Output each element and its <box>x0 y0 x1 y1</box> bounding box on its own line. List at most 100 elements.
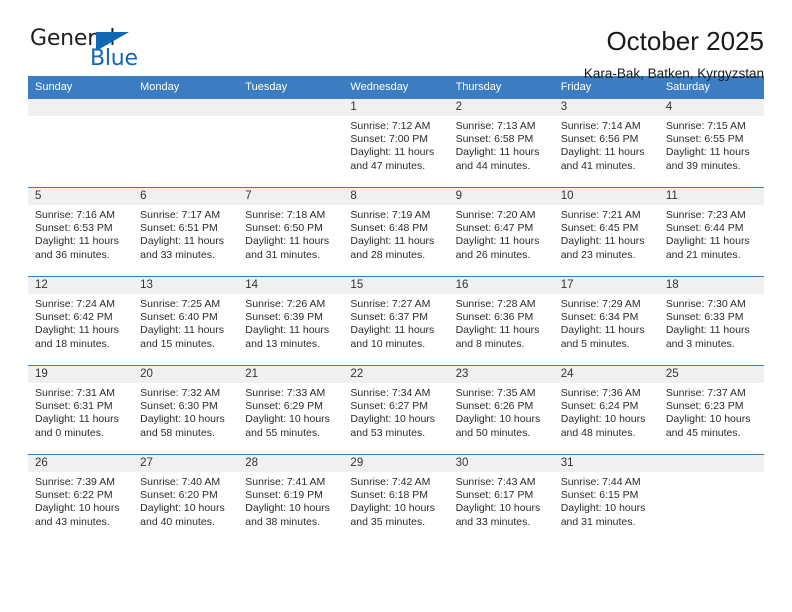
calendar-day-cell[interactable]: 3 Sunrise: 7:14 AM Sunset: 6:56 PM Daylight… <box>553 98 659 188</box>
day-details: Sunrise: 7:18 AM Sunset: 6:50 PM Daylight:… <box>238 205 343 262</box>
calendar-day-cell[interactable]: 20 Sunrise: 7:32 AM Sunset: 6:30 PM Dayligh… <box>133 365 239 455</box>
daylight-duration-line1: Daylight: 11 hours <box>455 146 540 159</box>
day-details: Sunrise: 7:24 AM Sunset: 6:42 PM Daylight:… <box>28 294 133 351</box>
day-details: Sunrise: 7:19 AM Sunset: 6:48 PM Daylight:… <box>343 205 448 262</box>
sunrise-time: Sunrise: 7:32 AM <box>140 387 221 399</box>
calendar-day-cell[interactable]: 12 Sunrise: 7:24 AM Sunset: 6:42 PM Dayligh… <box>28 276 134 366</box>
sunrise-time: Sunrise: 7:27 AM <box>350 298 431 310</box>
day-number: 5 <box>28 188 134 205</box>
calendar-day-cell[interactable]: 27 Sunrise: 7:40 AM Sunset: 6:20 PM Dayligh… <box>133 454 239 544</box>
day-number: 10 <box>553 188 659 205</box>
daylight-duration-line2: and 41 minutes. <box>560 159 636 172</box>
daylight-duration-line2: and 39 minutes. <box>665 159 741 172</box>
day-details: Sunrise: 7:31 AM Sunset: 6:31 PM Daylight:… <box>28 383 133 440</box>
daylight-duration-line1: Daylight: 10 hours <box>350 502 436 515</box>
sunset-time: Sunset: 6:20 PM <box>140 489 218 502</box>
general-blue-logo[interactable]: General Blue <box>28 26 140 72</box>
day-details: Sunrise: 7:28 AM Sunset: 6:36 PM Daylight:… <box>449 294 554 351</box>
sunrise-time: Sunrise: 7:21 AM <box>560 209 641 221</box>
calendar-day-cell[interactable]: 4 Sunrise: 7:15 AM Sunset: 6:55 PM Daylight… <box>658 98 764 188</box>
sunset-time: Sunset: 6:44 PM <box>665 222 744 235</box>
calendar-day-cell[interactable]: 23 Sunrise: 7:35 AM Sunset: 6:26 PM Dayligh… <box>448 365 554 455</box>
calendar-day-cell[interactable]: 21 Sunrise: 7:33 AM Sunset: 6:29 PM Dayligh… <box>238 365 344 455</box>
sunrise-time: Sunrise: 7:33 AM <box>245 387 326 399</box>
day-number: 18 <box>658 277 764 294</box>
calendar-day-cell[interactable]: 24 Sunrise: 7:36 AM Sunset: 6:24 PM Dayligh… <box>553 365 659 455</box>
day-details: Sunrise: 7:34 AM Sunset: 6:27 PM Daylight:… <box>343 383 448 440</box>
calendar-day-cell[interactable]: 2 Sunrise: 7:13 AM Sunset: 6:58 PM Daylight… <box>448 98 554 188</box>
sunset-time: Sunset: 6:58 PM <box>455 133 534 146</box>
calendar-day-cell[interactable]: 11 Sunrise: 7:23 AM Sunset: 6:44 PM Dayligh… <box>658 187 764 277</box>
weekday-header-monday: Monday <box>133 76 239 99</box>
calendar-day-cell[interactable]: 19 Sunrise: 7:31 AM Sunset: 6:31 PM Dayligh… <box>28 365 134 455</box>
calendar-day-cell[interactable]: 15 Sunrise: 7:27 AM Sunset: 6:37 PM Dayligh… <box>343 276 449 366</box>
daylight-duration-line2: and 40 minutes. <box>140 515 215 528</box>
daylight-duration-line1: Daylight: 11 hours <box>35 413 119 426</box>
day-details: Sunrise: 7:30 AM Sunset: 6:33 PM Daylight:… <box>659 294 764 351</box>
calendar-day-cell[interactable]: 6 Sunrise: 7:17 AM Sunset: 6:51 PM Daylight… <box>133 187 239 277</box>
calendar-day-cell[interactable]: 26 Sunrise: 7:39 AM Sunset: 6:22 PM Dayligh… <box>28 454 134 544</box>
calendar-day-cell[interactable]: 14 Sunrise: 7:26 AM Sunset: 6:39 PM Dayligh… <box>238 276 344 366</box>
calendar-day-cell[interactable]: 7 Sunrise: 7:18 AM Sunset: 6:50 PM Daylight… <box>238 187 344 277</box>
daylight-duration-line2: and 15 minutes. <box>140 337 215 350</box>
calendar-day-cell[interactable]: 18 Sunrise: 7:30 AM Sunset: 6:33 PM Dayligh… <box>658 276 764 366</box>
daylight-duration-line2: and 36 minutes. <box>35 248 110 261</box>
daylight-duration-line2: and 10 minutes. <box>350 337 426 350</box>
sunrise-time: Sunrise: 7:39 AM <box>35 476 115 488</box>
calendar-day-cell[interactable]: 1 Sunrise: 7:12 AM Sunset: 7:00 PM Daylight… <box>343 98 449 188</box>
calendar-day-cell[interactable]: 28 Sunrise: 7:41 AM Sunset: 6:19 PM Dayligh… <box>238 454 344 544</box>
calendar-day-cell[interactable]: 30 Sunrise: 7:43 AM Sunset: 6:17 PM Dayligh… <box>448 454 554 544</box>
day-details: Sunrise: 7:21 AM Sunset: 6:45 PM Daylight:… <box>554 205 659 262</box>
daylight-duration-line2: and 18 minutes. <box>35 337 110 350</box>
day-number: 11 <box>658 188 764 205</box>
sunset-time: Sunset: 6:23 PM <box>665 400 744 413</box>
sunrise-time: Sunrise: 7:36 AM <box>560 387 641 399</box>
calendar-empty-cell <box>133 98 239 188</box>
daylight-duration-line1: Daylight: 11 hours <box>455 324 540 337</box>
calendar-day-cell[interactable]: 16 Sunrise: 7:28 AM Sunset: 6:36 PM Dayligh… <box>448 276 554 366</box>
daylight-duration-line2: and 44 minutes. <box>455 159 531 172</box>
page-title: October 2025 <box>606 26 764 56</box>
calendar-body: 1 Sunrise: 7:12 AM Sunset: 7:00 PM Daylight… <box>28 98 764 544</box>
calendar-day-cell[interactable]: 17 Sunrise: 7:29 AM Sunset: 6:34 PM Dayligh… <box>553 276 659 366</box>
calendar-day-cell[interactable]: 29 Sunrise: 7:42 AM Sunset: 6:18 PM Dayligh… <box>343 454 449 544</box>
daylight-duration-line1: Daylight: 11 hours <box>245 235 330 248</box>
calendar-empty-cell <box>238 98 344 188</box>
daylight-duration-line2: and 47 minutes. <box>350 159 426 172</box>
sunset-time: Sunset: 6:29 PM <box>245 400 323 413</box>
calendar-page: General Blue October 2025 Kara-Bak, Batk… <box>0 0 792 612</box>
daylight-duration-line1: Daylight: 10 hours <box>245 502 330 515</box>
daylight-duration-line2: and 33 minutes. <box>455 515 531 528</box>
calendar-day-cell[interactable]: 8 Sunrise: 7:19 AM Sunset: 6:48 PM Daylight… <box>343 187 449 277</box>
daylight-duration-line2: and 45 minutes. <box>665 426 741 439</box>
calendar-day-cell[interactable]: 25 Sunrise: 7:37 AM Sunset: 6:23 PM Dayligh… <box>658 365 764 455</box>
calendar-day-cell[interactable]: 9 Sunrise: 7:20 AM Sunset: 6:47 PM Daylight… <box>448 187 554 277</box>
calendar-day-cell[interactable]: 22 Sunrise: 7:34 AM Sunset: 6:27 PM Dayligh… <box>343 365 449 455</box>
day-details: Sunrise: 7:42 AM Sunset: 6:18 PM Daylight:… <box>343 472 448 529</box>
sunset-time: Sunset: 6:53 PM <box>35 222 113 235</box>
daylight-duration-line1: Daylight: 11 hours <box>350 324 435 337</box>
sunrise-time: Sunrise: 7:13 AM <box>455 120 536 132</box>
sunrise-time: Sunrise: 7:14 AM <box>560 120 641 132</box>
calendar-day-cell[interactable]: 10 Sunrise: 7:21 AM Sunset: 6:45 PM Dayligh… <box>553 187 659 277</box>
sunset-time: Sunset: 6:19 PM <box>245 489 323 502</box>
daylight-duration-line2: and 43 minutes. <box>35 515 110 528</box>
sunrise-time: Sunrise: 7:28 AM <box>455 298 536 310</box>
daylight-duration-line1: Daylight: 11 hours <box>35 235 119 248</box>
sunrise-time: Sunrise: 7:29 AM <box>560 298 641 310</box>
sunrise-time: Sunrise: 7:18 AM <box>245 209 326 221</box>
sunset-time: Sunset: 6:27 PM <box>350 400 429 413</box>
day-number: 12 <box>28 277 134 294</box>
calendar-day-cell[interactable]: 13 Sunrise: 7:25 AM Sunset: 6:40 PM Dayligh… <box>133 276 239 366</box>
weekday-header-thursday: Thursday <box>448 76 554 99</box>
daylight-duration-line1: Daylight: 11 hours <box>140 235 224 248</box>
calendar-empty-cell <box>28 98 134 188</box>
calendar-day-cell[interactable]: 31 Sunrise: 7:44 AM Sunset: 6:15 PM Dayligh… <box>553 454 659 544</box>
sunset-time: Sunset: 6:56 PM <box>560 133 639 146</box>
sunset-time: Sunset: 6:40 PM <box>140 311 218 324</box>
daylight-duration-line1: Daylight: 10 hours <box>245 413 330 426</box>
day-details: Sunrise: 7:29 AM Sunset: 6:34 PM Daylight:… <box>554 294 659 351</box>
calendar-day-cell[interactable]: 5 Sunrise: 7:16 AM Sunset: 6:53 PM Daylight… <box>28 187 134 277</box>
daylight-duration-line1: Daylight: 10 hours <box>560 502 646 515</box>
sunrise-time: Sunrise: 7:41 AM <box>245 476 326 488</box>
